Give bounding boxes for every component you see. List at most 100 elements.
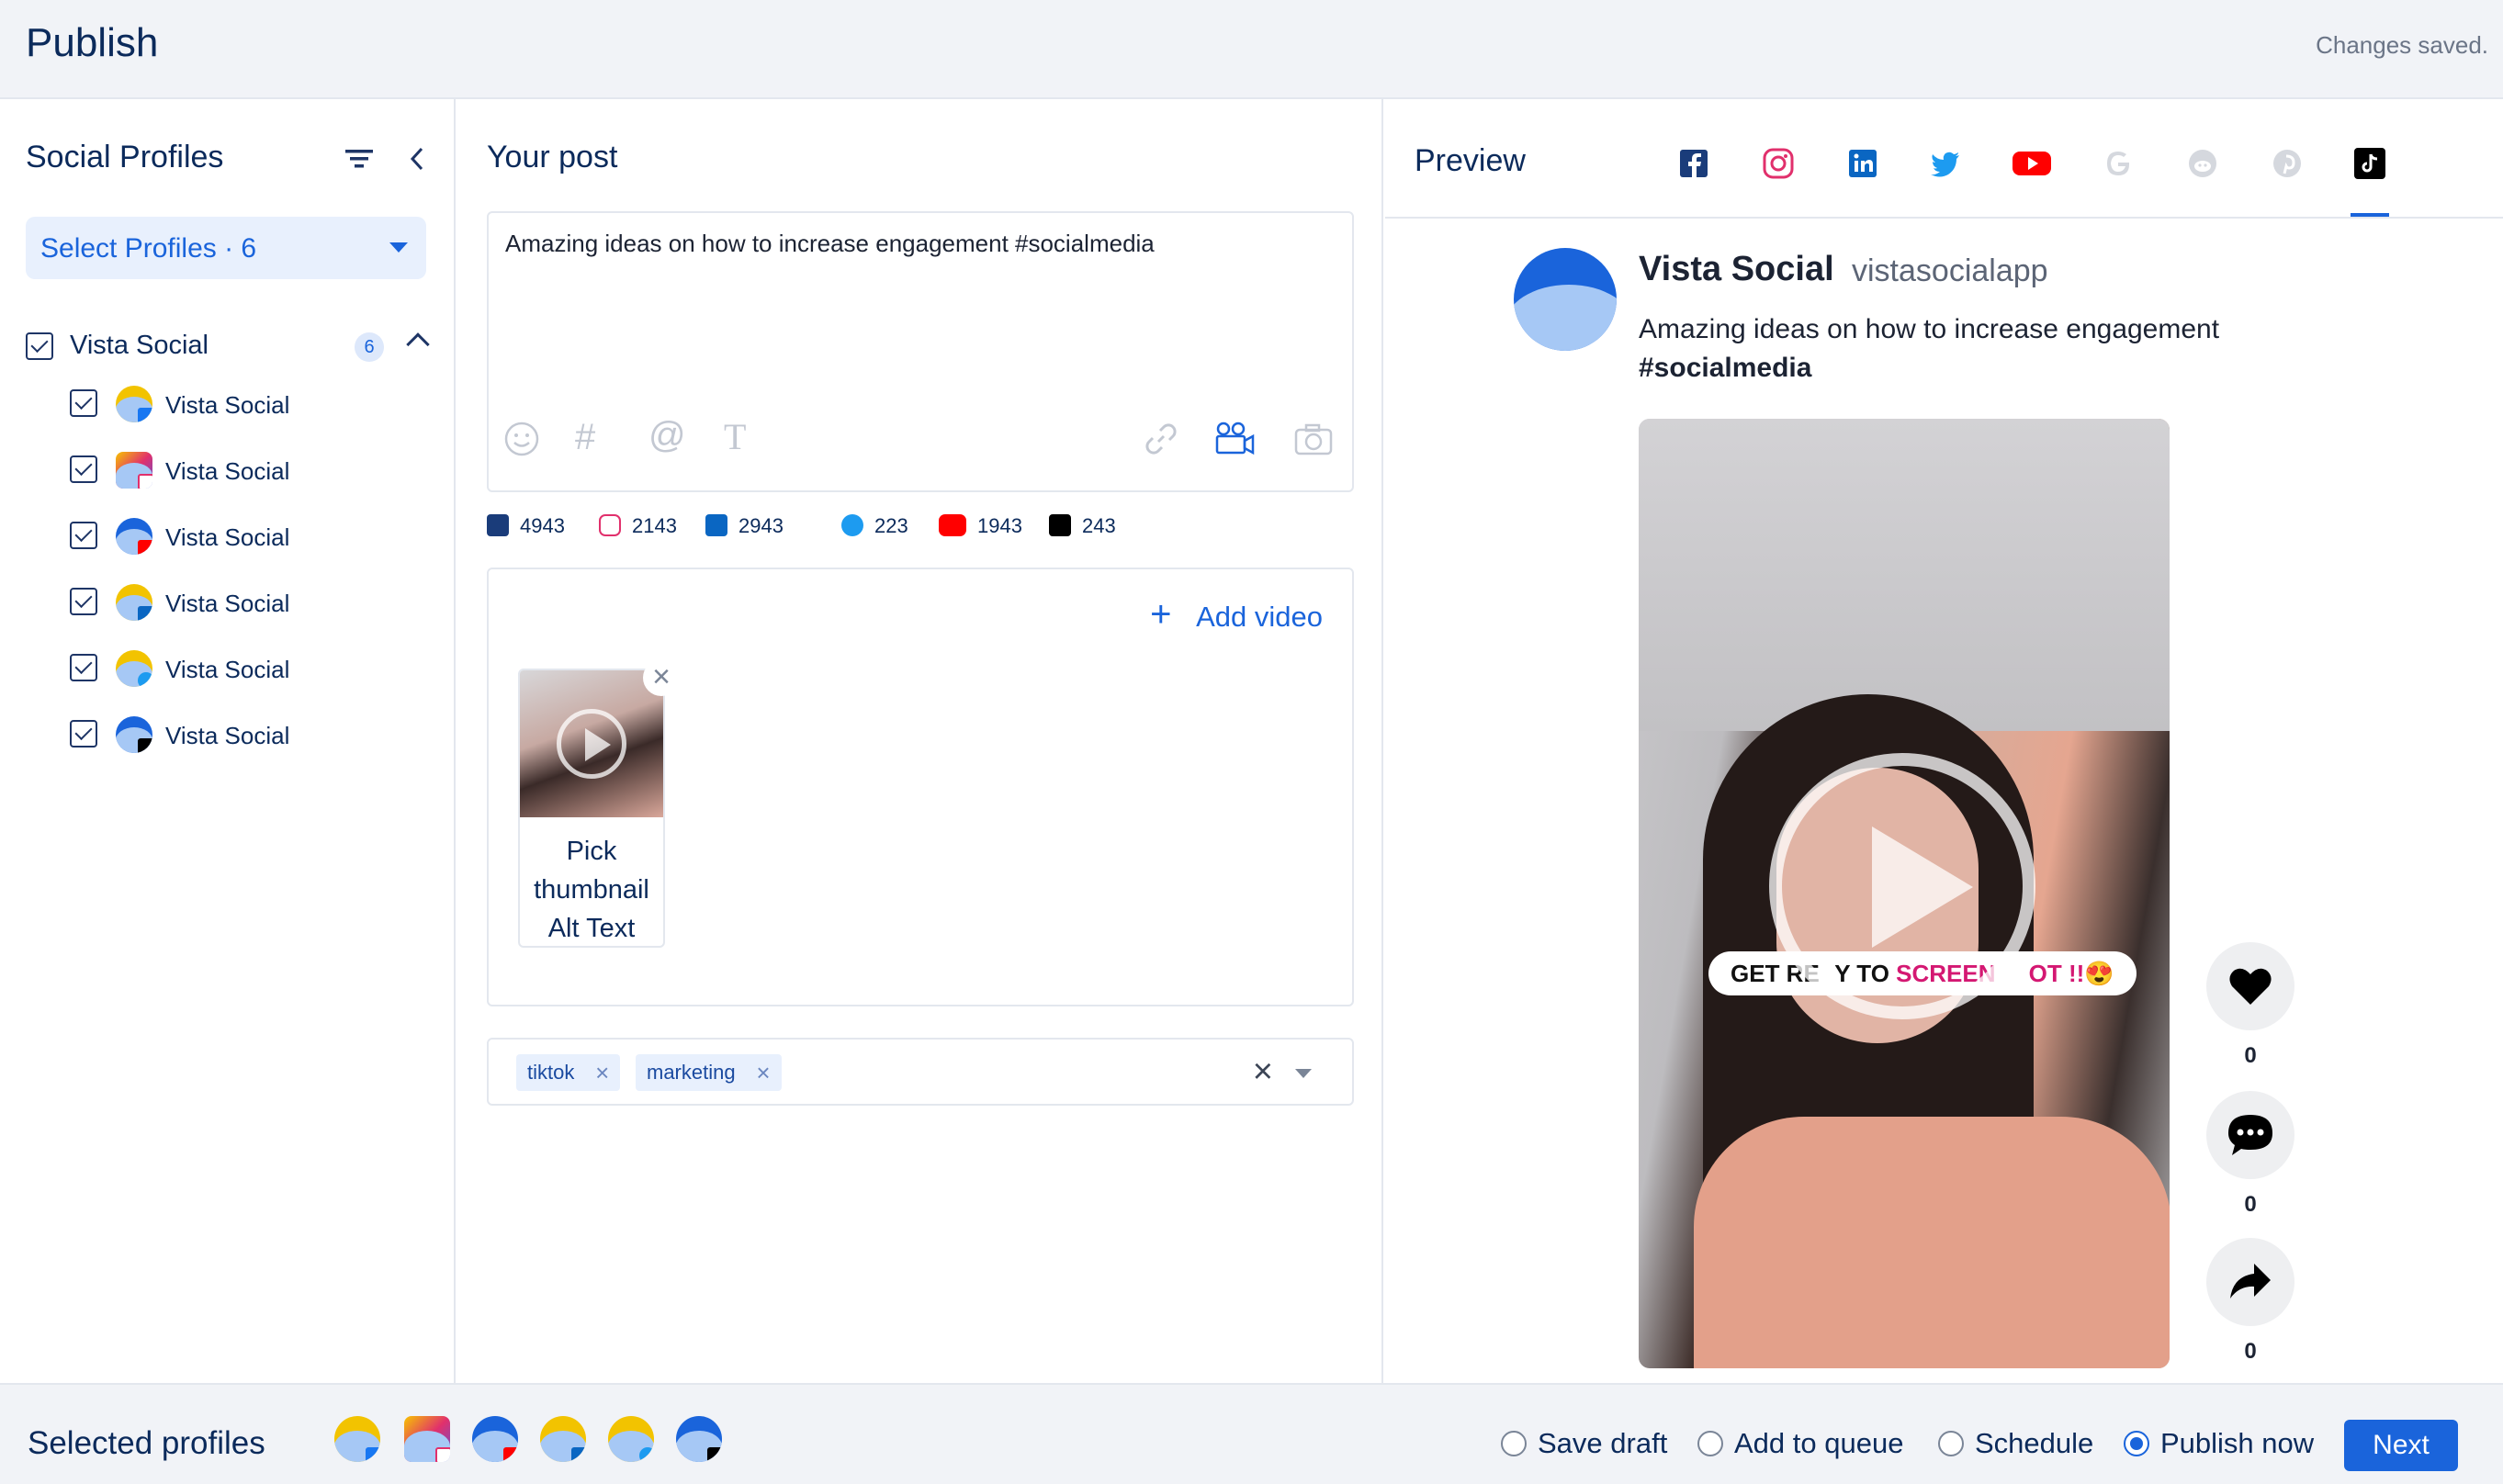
profile-item-youtube[interactable]: Vista Social	[70, 514, 437, 558]
camera-icon[interactable]	[1293, 419, 1334, 459]
radio-button[interactable]	[1697, 1431, 1723, 1456]
clear-tags-icon[interactable]: ×	[1253, 1052, 1273, 1092]
radio-button[interactable]	[1501, 1431, 1527, 1456]
video-camera-icon[interactable]	[1214, 419, 1255, 459]
add-video-button[interactable]: + Add video	[1150, 596, 1323, 634]
remove-video-button[interactable]: ×	[643, 659, 680, 696]
tab-facebook-icon[interactable]	[1677, 147, 1710, 180]
tag-chip: marketing ×	[636, 1054, 782, 1091]
remove-tag-icon[interactable]: ×	[595, 1054, 609, 1091]
comment-button[interactable]	[2206, 1091, 2294, 1179]
thumbnail-actions[interactable]: Pick thumbnail Alt Text	[520, 832, 663, 948]
video-background	[1639, 419, 2170, 731]
profile-checkbox[interactable]	[70, 389, 97, 417]
group-checkbox[interactable]	[26, 332, 53, 360]
tab-pinterest-icon[interactable]	[2271, 147, 2304, 180]
tab-reddit-icon[interactable]	[2186, 147, 2219, 180]
add-video-label: Add video	[1196, 601, 1323, 633]
profile-checkbox[interactable]	[70, 654, 97, 681]
radio-button[interactable]	[2124, 1431, 2149, 1456]
post-text[interactable]: Amazing ideas on how to increase engagem…	[505, 230, 1155, 258]
profile-checkbox[interactable]	[70, 720, 97, 748]
tags-input[interactable]: tiktok × marketing × ×	[487, 1038, 1354, 1106]
profile-checkbox[interactable]	[70, 522, 97, 549]
selected-profile-youtube[interactable]	[472, 1416, 518, 1462]
select-profiles-dropdown[interactable]: Select Profiles · 6	[26, 217, 426, 279]
alt-text-link[interactable]: Alt Text	[520, 909, 663, 948]
plus-icon: +	[1150, 594, 1172, 635]
youtube-profile-avatar	[116, 518, 152, 555]
emoji-icon[interactable]	[503, 419, 540, 459]
linkedin-profile-avatar	[540, 1416, 586, 1462]
preview-video[interactable]: GET REAY TO SCREENSHOT !!😍	[1639, 419, 2170, 1368]
tab-youtube-icon[interactable]	[2012, 147, 2052, 180]
profile-item-twitter[interactable]: Vista Social	[70, 646, 437, 691]
like-button[interactable]	[2206, 942, 2294, 1030]
share-icon	[2230, 1264, 2271, 1298]
hashtag-icon[interactable]: #	[575, 417, 595, 457]
count-value: 223	[874, 514, 908, 537]
chevron-down-icon[interactable]	[1295, 1069, 1312, 1078]
preview-hashtag: #socialmedia	[1639, 353, 1812, 383]
tab-google-icon[interactable]	[2102, 147, 2135, 180]
caption-emoji: 😍	[2084, 960, 2114, 987]
selected-profile-facebook[interactable]	[334, 1416, 380, 1462]
selected-profile-instagram[interactable]	[404, 1416, 450, 1462]
tab-instagram-icon[interactable]	[1762, 147, 1795, 180]
radio-button[interactable]	[1938, 1431, 1964, 1456]
profiles-panel-title: Social Profiles	[26, 140, 224, 174]
video-thumbnail-image[interactable]	[520, 670, 663, 817]
mention-icon[interactable]: @	[648, 415, 686, 455]
video-thumbnail-card[interactable]: × Pick thumbnail Alt Text	[518, 659, 680, 948]
count-value: 2943	[738, 514, 784, 537]
facebook-profile-avatar	[116, 386, 152, 422]
count-value: 243	[1082, 514, 1116, 537]
remove-tag-icon[interactable]: ×	[756, 1054, 770, 1091]
video-figure-body	[1694, 1117, 2170, 1368]
tiktok-icon	[1049, 514, 1071, 536]
facebook-profile-avatar	[334, 1416, 380, 1462]
bottom-bar: Selected profiles Save draft Add to queu…	[0, 1383, 2503, 1484]
link-icon[interactable]	[1143, 419, 1179, 459]
instagram-profile-avatar	[404, 1416, 450, 1462]
profile-group-vista-social[interactable]: Vista Social 6	[26, 325, 430, 365]
profile-item-linkedin[interactable]: Vista Social	[70, 580, 437, 624]
pick-label[interactable]: Pick	[520, 832, 663, 871]
profile-item-facebook[interactable]: Vista Social	[70, 382, 437, 426]
post-text-editor[interactable]: Amazing ideas on how to increase engagem…	[487, 211, 1354, 492]
media-area: + Add video × Pick thumbnail Alt Text	[487, 568, 1354, 1006]
youtube-icon	[939, 514, 966, 536]
filter-icon[interactable]	[344, 145, 375, 173]
preview-panel: Preview Vista Social vistasocialapp Amaz…	[1385, 99, 2503, 1383]
profile-item-instagram[interactable]: Vista Social	[70, 448, 437, 492]
selected-profile-linkedin[interactable]	[540, 1416, 586, 1462]
profile-checkbox[interactable]	[70, 455, 97, 483]
chevron-up-icon[interactable]	[406, 332, 430, 356]
twitter-profile-avatar	[608, 1416, 654, 1462]
chevron-down-icon	[389, 242, 408, 253]
preview-post-text: Amazing ideas on how to increase engagem…	[1639, 310, 2337, 388]
share-button[interactable]	[2206, 1238, 2294, 1326]
count-value: 2143	[632, 514, 677, 537]
count-value: 1943	[977, 514, 1022, 537]
selected-profiles-label: Selected profiles	[28, 1425, 265, 1461]
collapse-panel-icon[interactable]	[408, 145, 426, 173]
profile-item-tiktok[interactable]: Vista Social	[70, 713, 437, 757]
heart-icon	[2229, 968, 2272, 1005]
profile-name: Vista Social	[165, 590, 290, 617]
profile-checkbox[interactable]	[70, 588, 97, 615]
tiktok-profile-avatar	[676, 1416, 722, 1462]
selected-profile-tiktok[interactable]	[676, 1416, 722, 1462]
preview-avatar	[1514, 248, 1617, 351]
page-title: Publish	[26, 20, 159, 65]
tab-linkedin-icon[interactable]	[1846, 147, 1879, 180]
tab-tiktok-icon[interactable]	[2353, 147, 2386, 180]
next-button[interactable]: Next	[2344, 1420, 2458, 1471]
selected-profile-twitter[interactable]	[608, 1416, 654, 1462]
tab-twitter-icon[interactable]	[1929, 147, 1962, 180]
linkedin-icon	[705, 514, 727, 536]
preview-profile-name: Vista Social	[1639, 250, 1834, 288]
play-icon[interactable]	[1769, 753, 2035, 1019]
text-format-icon[interactable]: T	[724, 415, 746, 457]
thumbnail-label[interactable]: thumbnail	[520, 871, 663, 909]
